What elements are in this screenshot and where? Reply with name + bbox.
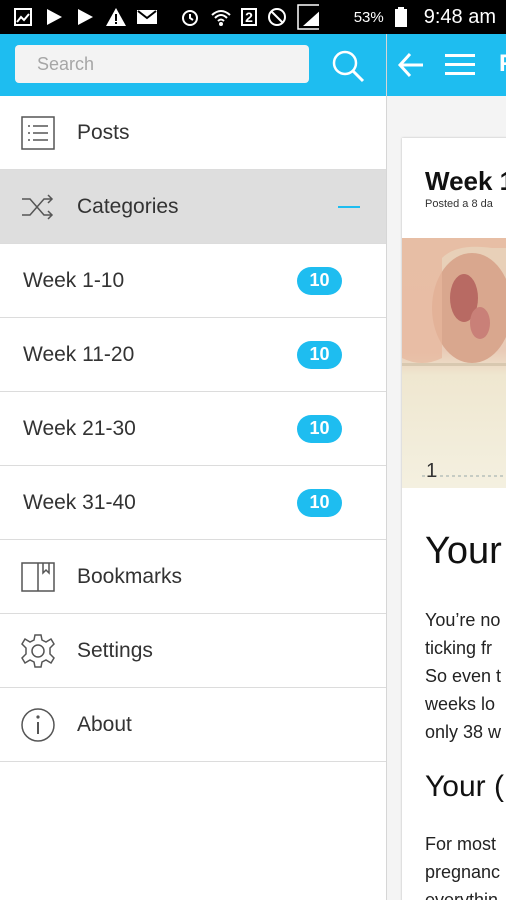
post-meta: Posted a 8 da bbox=[425, 198, 493, 210]
signal-icon bbox=[297, 4, 319, 30]
section-heading: Your bbox=[425, 530, 502, 572]
menu-item-label: Posts bbox=[77, 120, 130, 144]
paragraph-line: For most bbox=[425, 834, 497, 854]
drawer-header bbox=[0, 34, 386, 96]
main-content: Week 1 Posted a 8 da 1 Your You’re no ti… bbox=[387, 96, 506, 900]
search-button[interactable] bbox=[328, 48, 368, 84]
count-badge: 10 bbox=[297, 414, 342, 443]
category-item[interactable]: Week 31-40 10 bbox=[0, 466, 386, 540]
image-notification-icon bbox=[12, 6, 34, 28]
warning-icon bbox=[105, 6, 127, 28]
alarm-icon bbox=[179, 6, 201, 28]
navigation-drawer: Posts Categories Week 1-10 10 Week 11-20… bbox=[0, 34, 387, 900]
menu-item-label: Bookmarks bbox=[77, 564, 183, 588]
category-item[interactable]: Week 11-20 10 bbox=[0, 318, 386, 392]
post-image: 1 bbox=[402, 238, 506, 488]
menu-item-bookmarks[interactable]: Bookmarks bbox=[0, 540, 386, 614]
count-badge: 10 bbox=[297, 488, 342, 517]
clock: 9:48 am bbox=[423, 5, 496, 28]
back-arrow-icon bbox=[397, 52, 423, 78]
do-not-disturb-icon bbox=[266, 6, 288, 28]
paragraph-line: You’re no bbox=[425, 610, 501, 630]
sim-badge-icon: 2 bbox=[241, 8, 257, 26]
status-bar: 2 53% 9:48 am bbox=[0, 0, 506, 34]
count-badge: 10 bbox=[297, 340, 342, 369]
category-item[interactable]: Week 21-30 10 bbox=[0, 392, 386, 466]
menu-item-about[interactable]: About bbox=[0, 688, 386, 762]
battery-percent: 53% bbox=[353, 8, 384, 26]
menu-item-label: Settings bbox=[77, 638, 153, 662]
app-bar: F bbox=[387, 34, 506, 96]
shuffle-icon bbox=[19, 188, 57, 226]
notification-count: 2 bbox=[245, 9, 253, 25]
battery-icon bbox=[390, 6, 412, 28]
post-card[interactable]: Week 1 Posted a 8 da 1 Your You’re no ti… bbox=[402, 138, 506, 900]
search-icon bbox=[332, 50, 365, 83]
menu-item-label: Categories bbox=[77, 194, 179, 218]
gear-icon bbox=[19, 632, 57, 670]
search-input[interactable] bbox=[15, 45, 309, 83]
paragraph-line: everythin bbox=[425, 890, 499, 900]
paragraph-line: weeks lo bbox=[425, 694, 496, 714]
mail-icon bbox=[136, 6, 158, 28]
count-badge: 10 bbox=[297, 266, 342, 295]
hamburger-icon bbox=[445, 54, 475, 75]
paragraph-line: So even t bbox=[425, 666, 502, 686]
menu-item-settings[interactable]: Settings bbox=[0, 614, 386, 688]
category-item[interactable]: Week 1-10 10 bbox=[0, 244, 386, 318]
paragraph-line: ticking fr bbox=[425, 638, 493, 658]
paragraph-line: pregnanc bbox=[425, 862, 501, 882]
post-title: Week 1 bbox=[425, 166, 506, 196]
info-icon bbox=[19, 706, 57, 744]
category-label: Week 21-30 bbox=[23, 416, 136, 440]
category-label: Week 11-20 bbox=[23, 342, 135, 366]
anatomy-illustration bbox=[402, 238, 506, 477]
menu-item-posts[interactable]: Posts bbox=[0, 96, 386, 170]
collapse-icon[interactable] bbox=[338, 206, 360, 208]
bookmark-icon bbox=[19, 558, 57, 596]
category-label: Week 31-40 bbox=[23, 490, 136, 514]
menu-item-categories[interactable]: Categories bbox=[0, 170, 386, 244]
back-button[interactable] bbox=[397, 51, 425, 79]
play-store-icon bbox=[43, 6, 65, 28]
menu-button[interactable] bbox=[445, 53, 475, 77]
category-label: Week 1-10 bbox=[23, 268, 125, 292]
section-heading: Your ( bbox=[425, 770, 504, 803]
menu-item-label: About bbox=[77, 712, 132, 736]
wifi-icon bbox=[210, 6, 232, 28]
app-bar-title: F bbox=[499, 50, 506, 78]
paragraph-line: only 38 w bbox=[425, 722, 502, 742]
play-store-icon bbox=[74, 6, 96, 28]
image-caption: 1 bbox=[426, 460, 438, 482]
list-icon bbox=[19, 114, 57, 152]
